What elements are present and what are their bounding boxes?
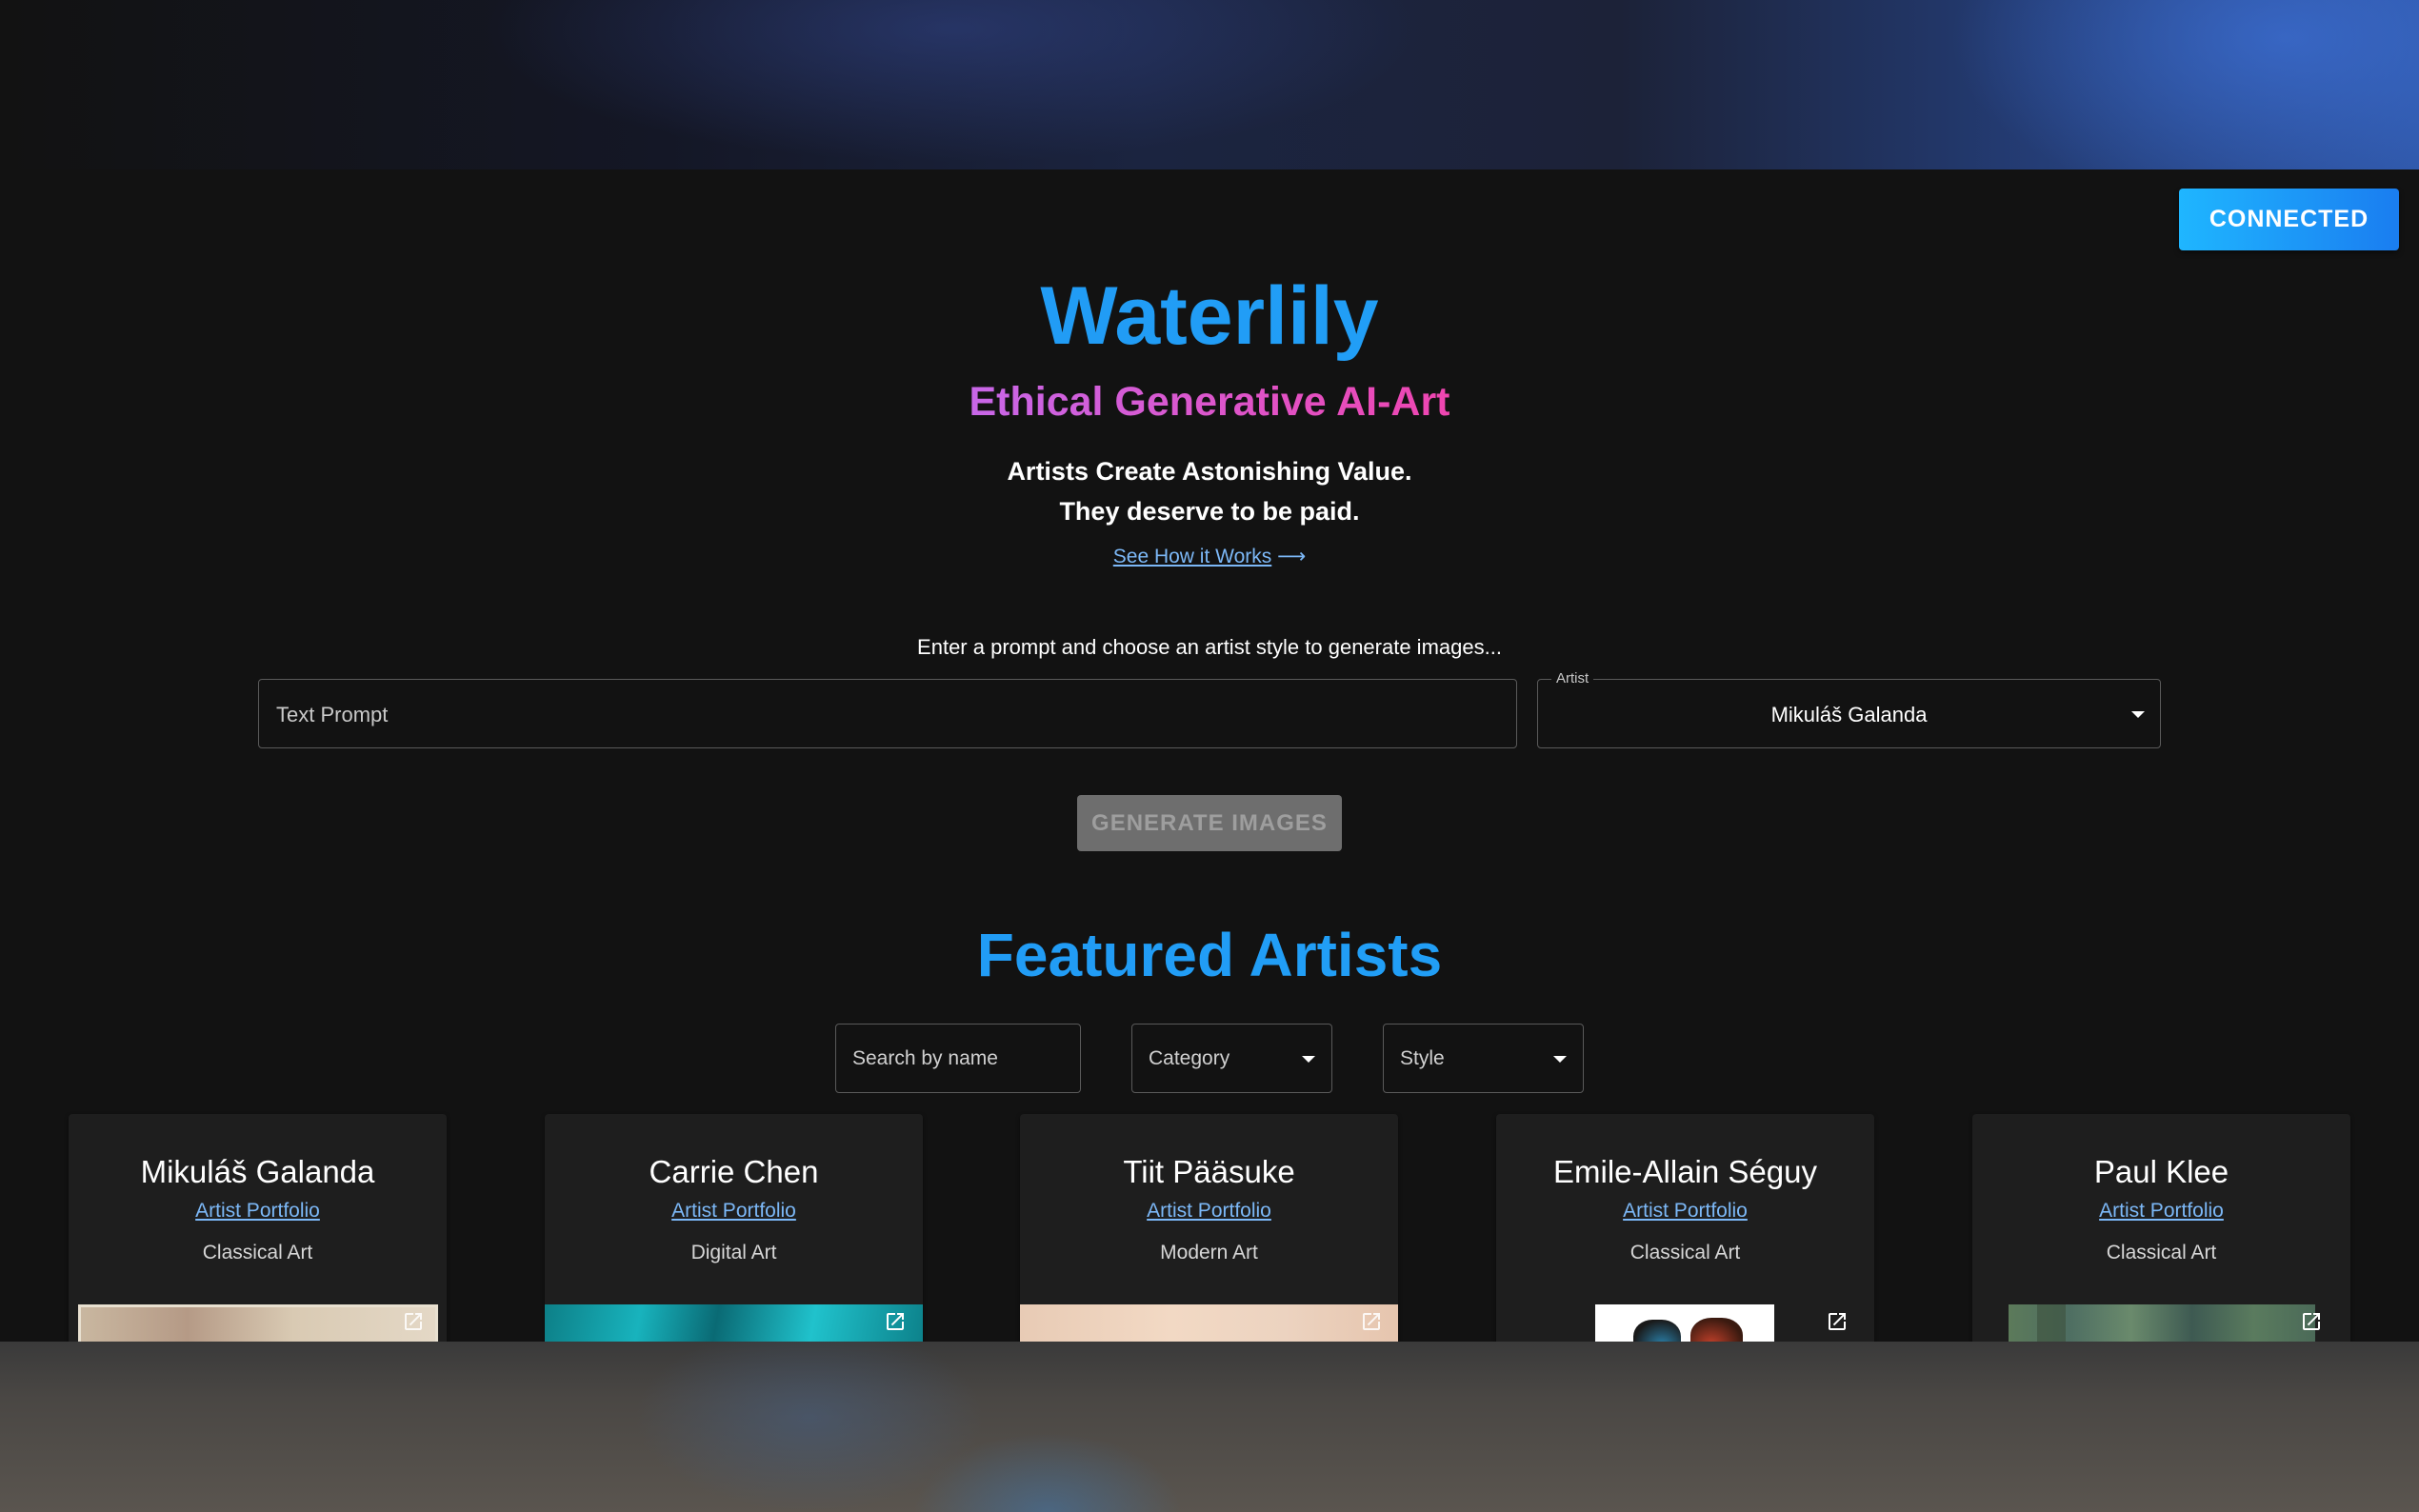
external-link-icon[interactable]: [2300, 1310, 2323, 1333]
tagline-line-2: They deserve to be paid.: [1059, 497, 1360, 526]
artist-portfolio-link[interactable]: Artist Portfolio: [2099, 1200, 2224, 1222]
search-by-name-input[interactable]: Search by name: [835, 1024, 1081, 1093]
chevron-down-icon: [1302, 1056, 1315, 1063]
text-prompt-placeholder: Text Prompt: [276, 703, 389, 726]
artist-category: Modern Art: [1160, 1242, 1258, 1263]
page-title: Waterlily: [0, 269, 2419, 364]
generator-instructions: Enter a prompt and choose an artist styl…: [917, 635, 1502, 659]
featured-artists-title: Featured Artists: [0, 920, 2419, 990]
artist-name: Tiit Pääsuke: [1123, 1154, 1295, 1189]
artist-card: Carrie Chen Artist Portfolio Digital Art: [545, 1114, 923, 1362]
artist-select-label: Artist: [1551, 670, 1594, 686]
page-subtitle: Ethical Generative AI-Art: [0, 379, 2419, 426]
category-select[interactable]: Category: [1131, 1024, 1332, 1093]
external-link-icon[interactable]: [1826, 1310, 1849, 1333]
subtitle-text: Ethical Generative AI-Art: [969, 379, 1450, 425]
artist-category: Classical Art: [202, 1242, 313, 1263]
artist-portfolio-link[interactable]: Artist Portfolio: [1147, 1200, 1271, 1222]
chevron-down-icon: [2131, 711, 2145, 718]
external-link-icon[interactable]: [402, 1310, 425, 1333]
chevron-down-icon: [1553, 1056, 1567, 1063]
external-link-icon[interactable]: [1360, 1310, 1383, 1333]
external-link-icon[interactable]: [884, 1310, 907, 1333]
artist-portfolio-link[interactable]: Artist Portfolio: [195, 1200, 320, 1222]
artist-card: Tiit Pääsuke Artist Portfolio Modern Art: [1020, 1114, 1398, 1362]
artist-name: Mikuláš Galanda: [140, 1154, 375, 1189]
artist-card: Emile-Allain Séguy Artist Portfolio Clas…: [1496, 1114, 1874, 1362]
bottom-blurred-overlay: [0, 1342, 2419, 1512]
search-placeholder: Search by name: [852, 1047, 998, 1069]
artist-category: Classical Art: [2106, 1242, 2217, 1263]
tagline-line-1: Artists Create Astonishing Value.: [1007, 457, 1412, 486]
category-label: Category: [1149, 1047, 1230, 1069]
artist-name: Paul Klee: [2093, 1154, 2229, 1189]
style-label: Style: [1400, 1047, 1445, 1069]
artist-card: Paul Klee Artist Portfolio Classical Art: [1972, 1114, 2350, 1362]
artist-portfolio-link[interactable]: Artist Portfolio: [671, 1200, 796, 1222]
how-it-works: See How it Works ⟶: [0, 545, 2419, 568]
arrow-right-icon: ⟶: [1277, 546, 1307, 567]
artist-select-value: Mikuláš Galanda: [1770, 703, 1928, 726]
generate-images-button[interactable]: GENERATE IMAGES: [1077, 795, 1342, 851]
text-prompt-input[interactable]: Text Prompt: [258, 679, 1517, 748]
how-it-works-link[interactable]: See How it Works: [1113, 546, 1272, 567]
connected-button[interactable]: CONNECTED: [2179, 189, 2399, 250]
artist-category: Digital Art: [690, 1242, 777, 1263]
artist-category: Classical Art: [1629, 1242, 1741, 1263]
artist-name: Carrie Chen: [649, 1154, 819, 1189]
style-select[interactable]: Style: [1383, 1024, 1584, 1093]
top-banner: [0, 0, 2419, 169]
artist-select[interactable]: Artist Mikuláš Galanda: [1537, 670, 2161, 748]
artist-card: Mikuláš Galanda Artist Portfolio Classic…: [69, 1114, 447, 1362]
artist-portfolio-link[interactable]: Artist Portfolio: [1623, 1200, 1748, 1222]
artist-name: Emile-Allain Séguy: [1553, 1154, 1817, 1189]
